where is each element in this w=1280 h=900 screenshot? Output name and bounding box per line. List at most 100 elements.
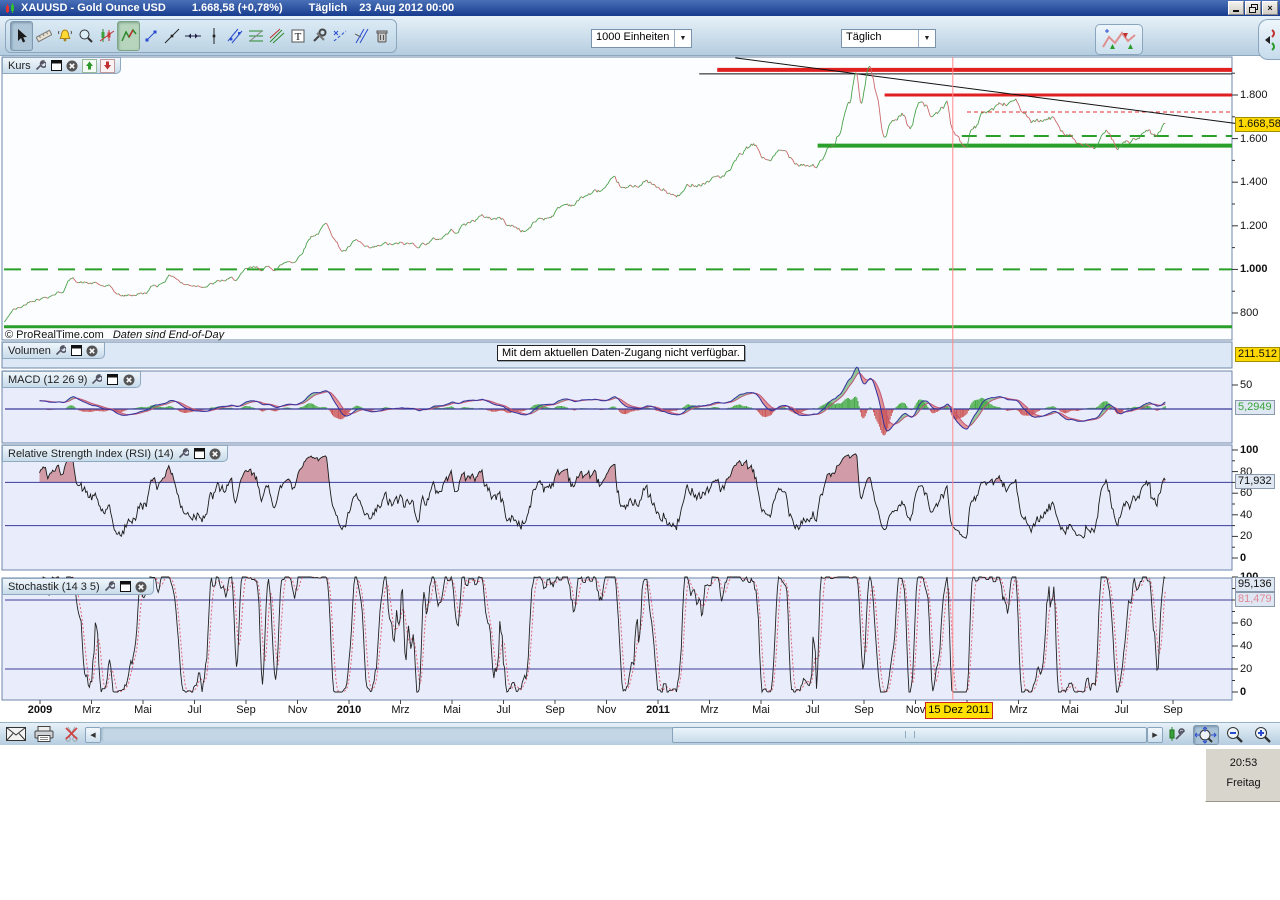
scroll-left-button[interactable]: ◀ xyxy=(85,727,101,743)
close-icon[interactable] xyxy=(135,581,148,593)
zoom-tool-icon[interactable] xyxy=(75,22,96,50)
window-titlebar[interactable]: XAUUSD - Gold Ounce USD 1.668,58 (+0,78%… xyxy=(0,0,1280,16)
close-icon[interactable] xyxy=(209,448,222,460)
chart-canvas[interactable] xyxy=(0,0,1280,722)
email-icon[interactable] xyxy=(4,725,28,743)
chevron-down-icon[interactable]: ▼ xyxy=(918,30,935,47)
volumen-panel-title: Volumen xyxy=(8,344,51,357)
chart-display-mode-button[interactable] xyxy=(1095,24,1143,55)
print-icon[interactable] xyxy=(32,725,56,743)
panel-arrows-icon xyxy=(1265,28,1275,51)
volumen-unavailable-tooltip: Mit dem aktuellen Daten-Zugang nicht ver… xyxy=(497,345,745,361)
line-tool-icon[interactable] xyxy=(161,22,182,50)
x-axis-label: Sep xyxy=(545,704,565,716)
zoom-in-icon[interactable] xyxy=(1251,725,1275,743)
new-window-icon[interactable] xyxy=(106,374,119,386)
x-axis-label: Mrz xyxy=(391,704,410,716)
x-axis-label: Jul xyxy=(1114,704,1129,716)
y-axis-tick-label: 800 xyxy=(1240,307,1259,319)
bottom-toolbar: ◀ ▶ xyxy=(0,722,1280,745)
chart-settings-icon[interactable] xyxy=(1164,725,1188,743)
x-axis-label: Sep xyxy=(854,704,874,716)
settings-tools-icon[interactable] xyxy=(308,22,329,50)
parallel-lines-tool-icon[interactable] xyxy=(224,22,245,50)
segment-tool-icon[interactable] xyxy=(140,22,161,50)
trash-icon[interactable] xyxy=(371,22,392,50)
alarm-bell-icon[interactable] xyxy=(54,22,75,50)
period-dropdown[interactable]: Täglich ▼ xyxy=(841,29,936,48)
chevron-down-icon[interactable]: ▼ xyxy=(674,30,691,47)
tool-group: T xyxy=(5,19,397,53)
close-button[interactable]: × xyxy=(1262,1,1278,15)
h-scrollbar-track[interactable] xyxy=(101,727,1147,743)
new-window-icon[interactable] xyxy=(70,345,83,357)
move-panel-down-icon[interactable] xyxy=(99,58,115,73)
wrench-icon[interactable] xyxy=(54,345,67,357)
copyright-note: © ProRealTime.com Daten sind End-of-Day xyxy=(5,329,225,341)
stochastik-panel-tab[interactable]: Stochastik (14 3 5) xyxy=(2,578,154,595)
kurs-panel-tab[interactable]: Kurs xyxy=(2,57,121,74)
popup-day: Freitag xyxy=(1226,777,1261,789)
text-tool-icon[interactable]: T xyxy=(287,22,308,50)
ruler-tool-icon[interactable] xyxy=(33,22,54,50)
move-panel-up-icon[interactable] xyxy=(81,58,97,73)
scroll-right-button[interactable]: ▶ xyxy=(1147,727,1163,743)
kurs-panel-title: Kurs xyxy=(8,59,31,72)
new-window-icon[interactable] xyxy=(193,448,206,460)
x-axis-label: 2009 xyxy=(27,704,53,716)
kurs-current-value: 1.668,58 xyxy=(1235,117,1280,132)
wrench-icon[interactable] xyxy=(177,448,190,460)
candlestick-pattern-icon[interactable] xyxy=(96,22,117,50)
stochastik-d-value: 81,479 xyxy=(1235,592,1275,607)
angle-lines-tool-icon[interactable] xyxy=(350,22,371,50)
restore-button[interactable] xyxy=(1245,1,1261,15)
rsi-panel-tab[interactable]: Relative Strength Index (RSI) (14) xyxy=(2,445,228,462)
horizontal-line-tool-icon[interactable] xyxy=(182,22,203,50)
titlebar-price: 1.668,58 (+0,78%) xyxy=(191,2,283,14)
crosshair-date-label: 15 Dez 2011 xyxy=(925,702,993,719)
macd-panel-tab[interactable]: MACD (12 26 9) xyxy=(2,371,142,388)
wrench-icon[interactable] xyxy=(103,581,116,593)
x-axis-label: Mai xyxy=(134,704,152,716)
zigzag-tool-icon[interactable] xyxy=(117,21,140,51)
rsi-current-value: 71,932 xyxy=(1235,474,1275,489)
close-icon[interactable] xyxy=(122,374,135,386)
zoom-out-icon[interactable] xyxy=(1223,725,1247,743)
vertical-line-tool-icon[interactable] xyxy=(203,22,224,50)
cut-icon[interactable] xyxy=(60,725,84,743)
y-axis-tick-label: 40 xyxy=(1240,640,1253,652)
x-axis-label: Jul xyxy=(187,704,202,716)
y-axis-tick-label: 1.800 xyxy=(1240,89,1268,101)
wrench-icon[interactable] xyxy=(90,374,103,386)
fibonacci-tool-icon[interactable] xyxy=(245,22,266,50)
side-panel-toggle[interactable] xyxy=(1258,19,1280,60)
units-dropdown-value: 1000 Einheiten xyxy=(596,31,670,43)
close-icon[interactable] xyxy=(66,60,79,72)
volumen-panel-tab[interactable]: Volumen xyxy=(2,342,105,359)
units-dropdown[interactable]: 1000 Einheiten ▼ xyxy=(591,29,692,48)
h-scrollbar-thumb[interactable] xyxy=(672,727,1147,743)
new-window-icon[interactable] xyxy=(119,581,132,593)
macd-panel-title: MACD (12 26 9) xyxy=(8,373,88,386)
zoom-pan-icon[interactable] xyxy=(1193,725,1219,745)
mini-chart-icon xyxy=(1102,28,1136,49)
time-info-popup: 20:53 Freitag xyxy=(1205,748,1280,802)
new-window-icon[interactable] xyxy=(50,60,63,72)
minimize-button[interactable] xyxy=(1228,1,1244,15)
x-axis-label: Nov xyxy=(596,704,617,716)
y-axis-tick-label: 1.400 xyxy=(1240,176,1268,189)
app-logo-icon xyxy=(4,2,17,14)
stochastik-k-value: 95,136 xyxy=(1235,577,1275,592)
y-axis-tick-label: 100 xyxy=(1240,444,1259,456)
close-icon[interactable] xyxy=(86,345,99,357)
x-axis-label: Mai xyxy=(443,704,461,716)
x-axis-label: Nov xyxy=(287,704,308,716)
wrench-icon[interactable] xyxy=(34,60,47,72)
y-axis-tick-label: 50 xyxy=(1240,379,1253,391)
pitchfork-tool-icon[interactable] xyxy=(266,22,287,50)
x-axis-label: Mrz xyxy=(700,704,719,716)
dashed-segment-tool-icon[interactable] xyxy=(329,22,350,50)
x-axis-label: 2010 xyxy=(336,704,362,716)
pointer-tool-icon[interactable] xyxy=(10,21,33,51)
titlebar-datetime: 23 Aug 2012 00:00 xyxy=(359,2,455,14)
